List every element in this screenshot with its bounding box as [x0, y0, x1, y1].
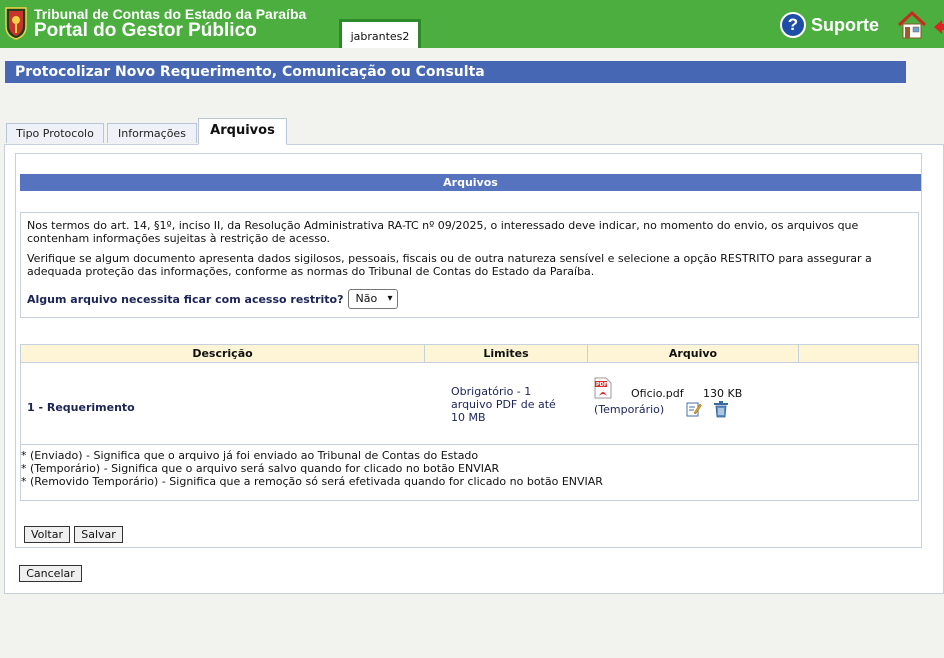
top-header: Tribunal de Contas do Estado da Paraíba …: [0, 0, 944, 48]
exit-icon[interactable]: [934, 18, 944, 36]
status-legend: * (Enviado) - Significa que o arquivo já…: [21, 449, 603, 488]
page-title: Protocolizar Novo Requerimento, Comunica…: [5, 61, 906, 83]
notice-paragraph-2: Verifique se algum documento apresenta d…: [27, 252, 872, 278]
notice-paragraph-1: Nos termos do art. 14, §1º, inciso II, d…: [27, 219, 859, 245]
tab-informacoes[interactable]: Informações: [107, 123, 197, 143]
row-divider: [21, 444, 918, 445]
restrict-row: Algum arquivo necessita ficar com acesso…: [27, 289, 398, 309]
restriction-notice: Nos termos do art. 14, §1º, inciso II, d…: [20, 212, 919, 318]
legend-item: * (Removido Temporário) - Significa que …: [21, 475, 603, 488]
salvar-button[interactable]: Salvar: [74, 526, 123, 543]
column-header-arquivo: Arquivo: [588, 345, 799, 363]
username-badge: jabrantes2: [339, 19, 421, 48]
table-header: Descrição Limites Arquivo: [21, 345, 918, 363]
support-label: Suporte: [811, 14, 880, 35]
row-description: 1 - Requerimento: [27, 401, 135, 414]
voltar-button[interactable]: Voltar: [24, 526, 70, 543]
column-header-limites: Limites: [425, 345, 588, 363]
tab-tipo-protocolo[interactable]: Tipo Protocolo: [6, 123, 104, 143]
section-title: Arquivos: [20, 174, 921, 191]
help-circle-icon: ?: [780, 12, 806, 38]
legend-item: * (Temporário) - Significa que o arquivo…: [21, 462, 500, 475]
restrict-question: Algum arquivo necessita ficar com acesso…: [27, 292, 344, 306]
tab-arquivos[interactable]: Arquivos: [198, 118, 287, 145]
legend-item: * (Enviado) - Significa que o arquivo já…: [21, 449, 479, 462]
trash-icon[interactable]: [713, 400, 729, 418]
main-panel: Arquivos Nos termos do art. 14, §1º, inc…: [4, 144, 944, 594]
chevron-down-icon: ▾: [387, 293, 393, 304]
arquivos-form: Arquivos Nos termos do art. 14, §1º, inc…: [15, 153, 922, 548]
row-limits: Obrigatório - 1 arquivo PDF de até 10 MB: [451, 385, 556, 424]
column-header-descricao: Descrição: [21, 345, 425, 363]
svg-text:PDF: PDF: [596, 382, 607, 388]
file-name-link[interactable]: Oficio.pdf: [631, 387, 684, 400]
restrict-select[interactable]: Não ▾: [347, 289, 398, 309]
restrict-select-value: Não: [355, 292, 378, 305]
support-link[interactable]: ? Suporte: [780, 11, 879, 39]
edit-icon[interactable]: [686, 401, 702, 417]
portal-name: Portal do Gestor Público: [34, 20, 257, 41]
file-status: (Temporário): [594, 403, 665, 416]
file-size: 130 KB: [703, 387, 743, 400]
files-table: Descrição Limites Arquivo 1 - Requerimen…: [20, 344, 919, 501]
home-icon[interactable]: [897, 10, 927, 40]
cancelar-button[interactable]: Cancelar: [19, 565, 82, 582]
crest-logo: [5, 7, 27, 40]
pdf-icon: PDF: [594, 377, 612, 399]
